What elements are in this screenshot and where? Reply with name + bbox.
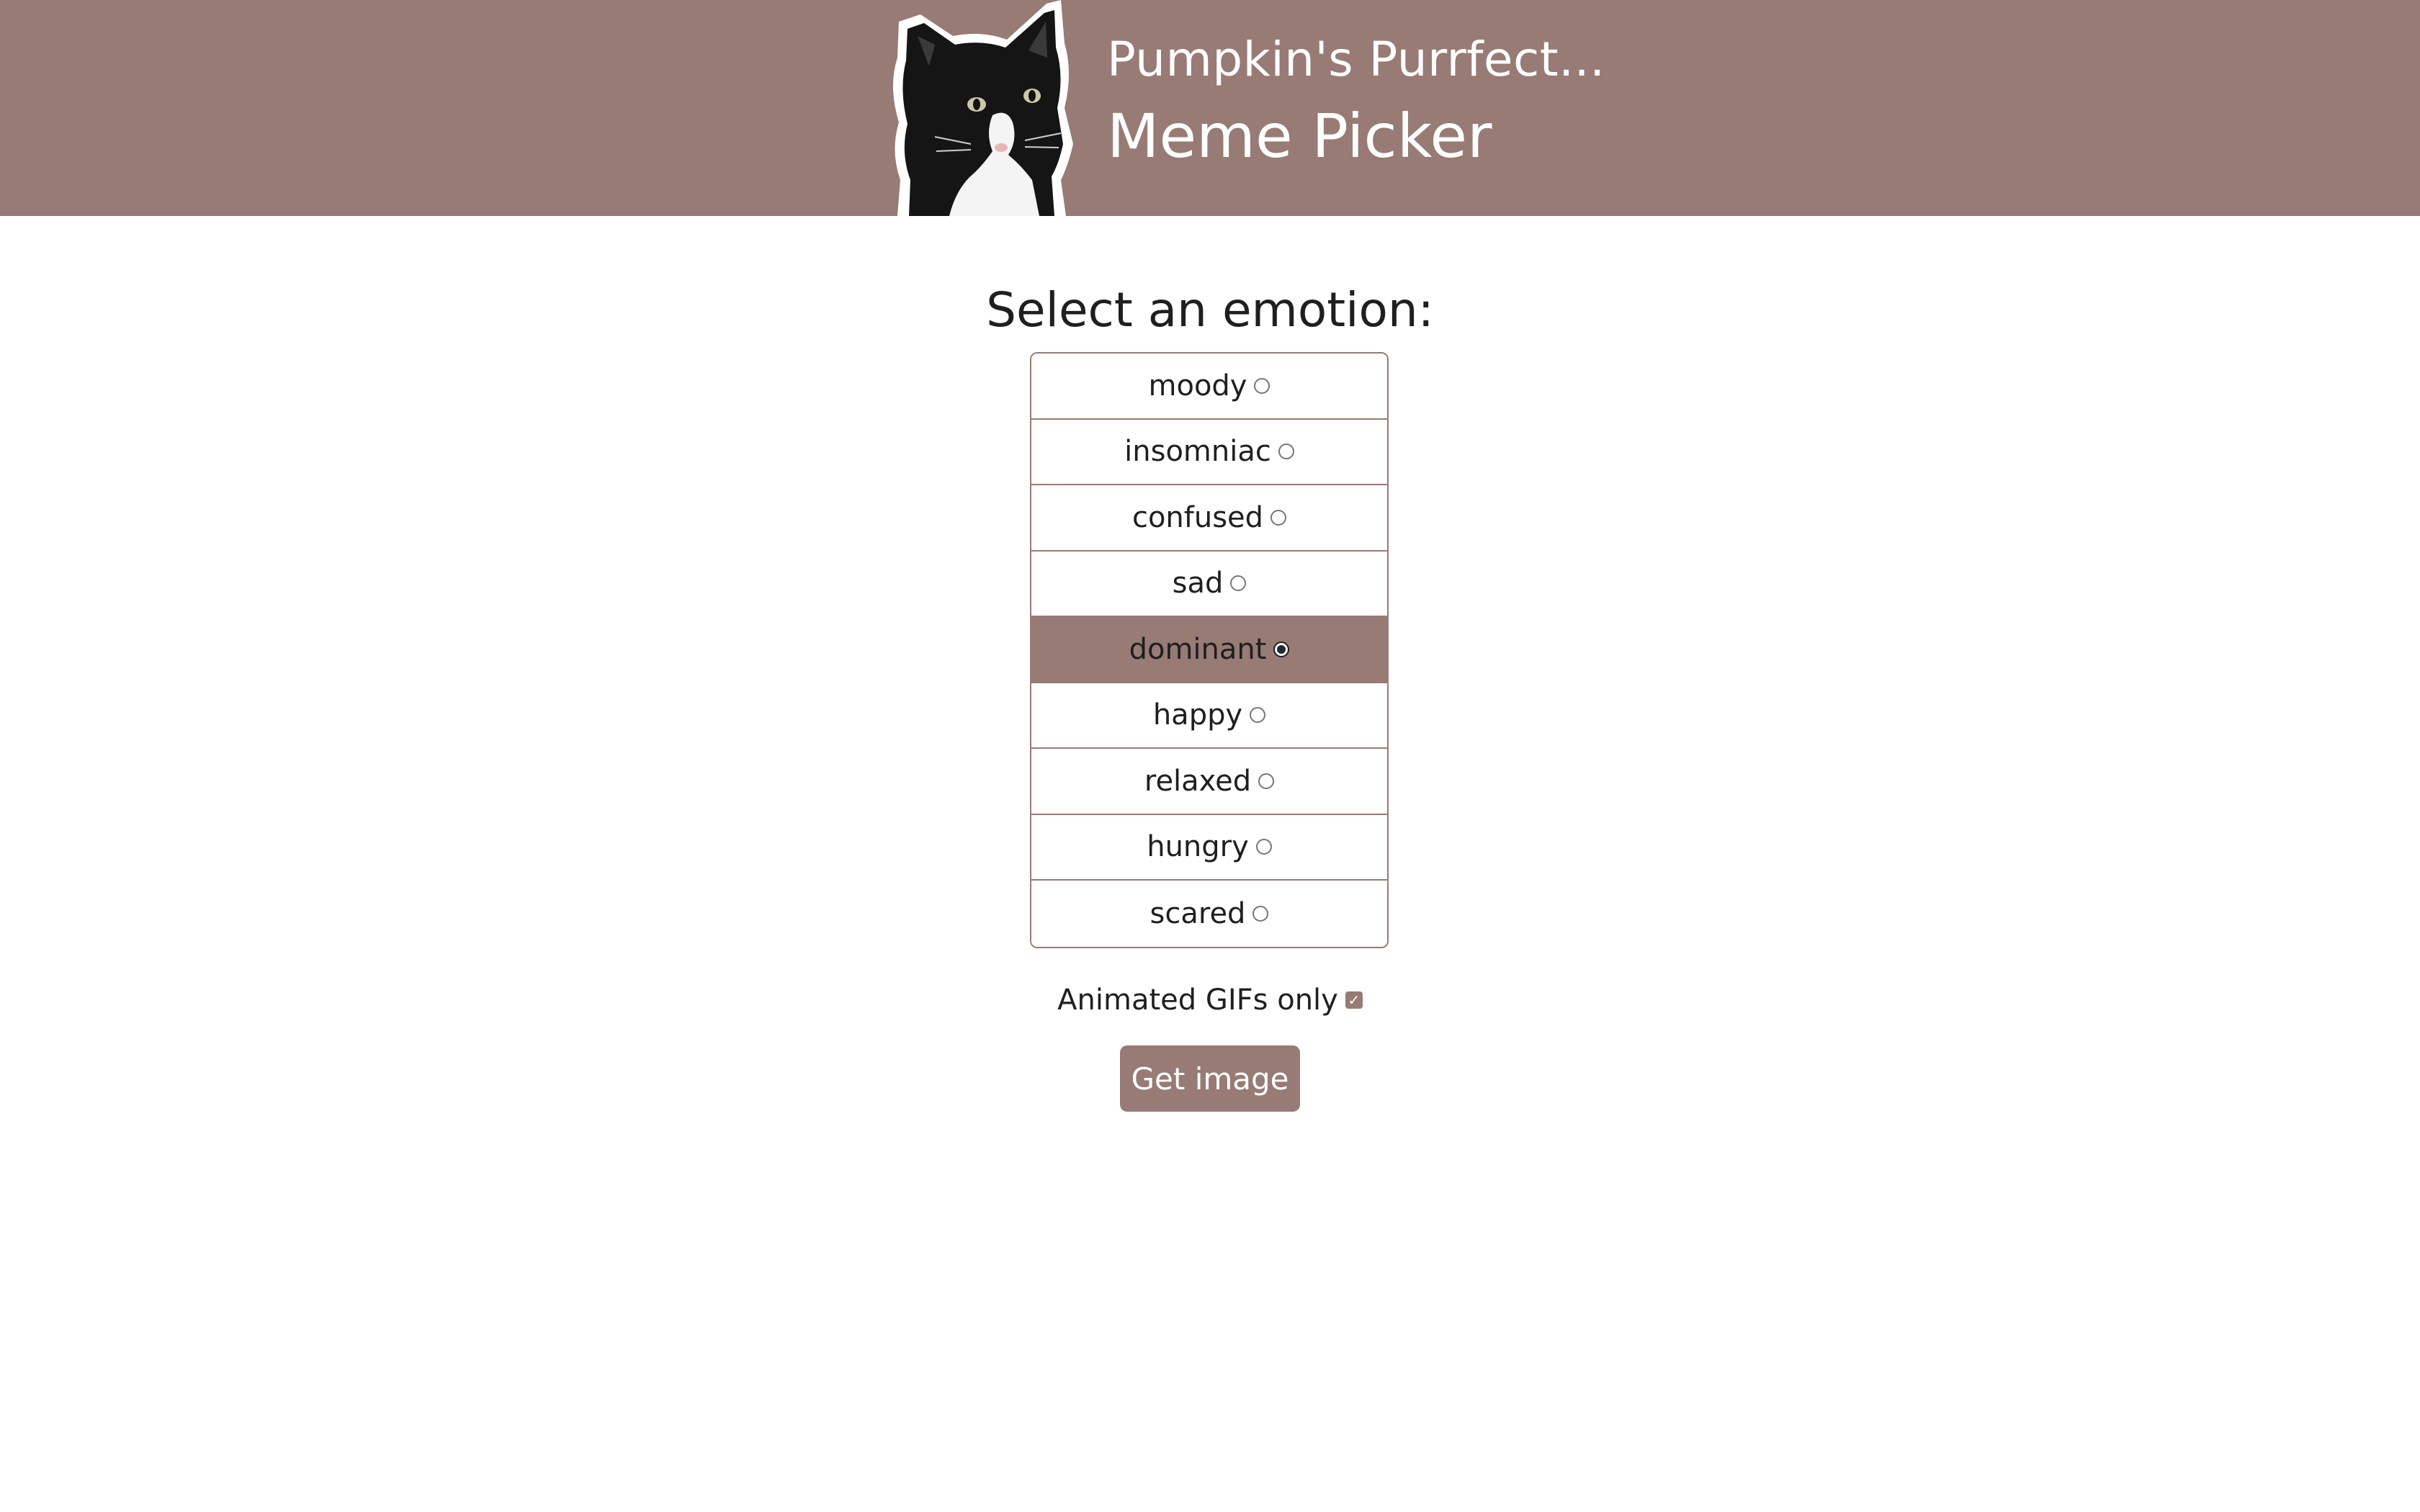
emotion-radio[interactable] <box>1270 509 1287 526</box>
site-title-line1: Pumpkin's Purrfect... <box>1107 32 1605 87</box>
emotion-label: happy <box>1152 698 1243 732</box>
emotion-option-scared[interactable]: scared <box>1031 881 1387 947</box>
emotion-option-happy[interactable]: happy <box>1031 683 1387 749</box>
emotion-radio[interactable] <box>1254 377 1270 394</box>
site-title-line2: Meme Picker <box>1107 101 1492 171</box>
emotion-radio[interactable] <box>1273 641 1290 657</box>
cat-logo-icon <box>892 0 1073 216</box>
gif-only-checkbox[interactable]: ✓ <box>1345 991 1363 1009</box>
emotion-option-hungry[interactable]: hungry <box>1031 814 1387 881</box>
emotion-radio[interactable] <box>1252 905 1269 922</box>
emotion-option-relaxed[interactable]: relaxed <box>1031 749 1387 815</box>
emotion-label: moody <box>1148 369 1247 402</box>
emotion-option-dominant[interactable]: dominant <box>1031 617 1387 683</box>
emotion-option-sad[interactable]: sad <box>1031 551 1387 617</box>
site-header: Pumpkin's Purrfect... Meme Picker <box>0 0 2420 216</box>
gif-only-option[interactable]: Animated GIFs only ✓ <box>0 984 2420 1017</box>
emotion-option-insomniac[interactable]: insomniac <box>1031 419 1387 485</box>
emotion-label: sad <box>1172 567 1224 600</box>
emotion-label: scared <box>1150 896 1246 930</box>
emotion-radio[interactable] <box>1258 773 1275 789</box>
emotion-radio[interactable] <box>1230 575 1247 592</box>
emotion-label: hungry <box>1147 830 1249 864</box>
emotion-label: relaxed <box>1144 764 1252 798</box>
emotion-radio-list: moody insomniac confused sad dominant happy re… <box>1030 352 1389 948</box>
emotion-radio[interactable] <box>1278 444 1294 460</box>
gif-only-label: Animated GIFs only <box>1057 984 1338 1017</box>
emotion-label: insomniac <box>1124 435 1271 469</box>
emotion-radio[interactable] <box>1255 839 1272 855</box>
emotion-label: dominant <box>1129 632 1267 666</box>
get-image-button[interactable]: Get image <box>1120 1045 1300 1112</box>
emotion-heading: Select an emotion: <box>986 282 1434 338</box>
emotion-option-confused[interactable]: confused <box>1031 485 1387 552</box>
emotion-radio[interactable] <box>1250 707 1266 724</box>
emotion-label: confused <box>1131 500 1264 534</box>
emotion-option-moody[interactable]: moody <box>1031 354 1387 420</box>
